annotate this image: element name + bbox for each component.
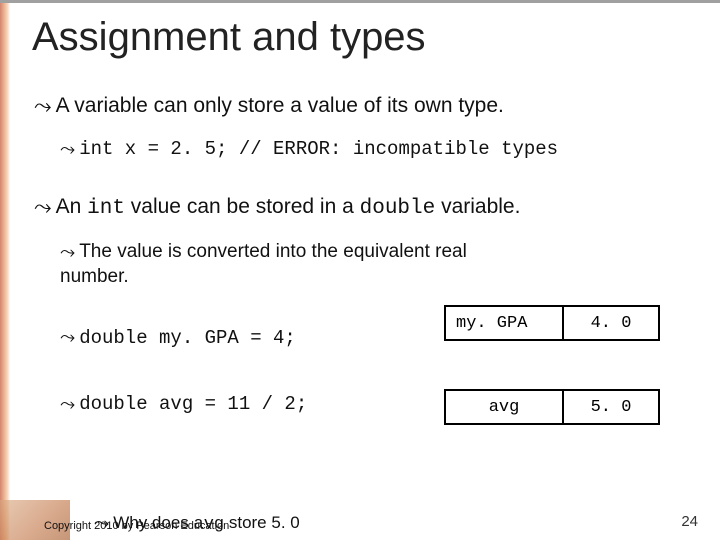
cutoff-bullet: ⤳Why does avg store 5. 0 [94, 513, 300, 534]
slide-number: 24 [681, 513, 698, 530]
bullet-c1-code: double my. GPA = 4; [79, 327, 296, 349]
bullet-b1-code1: int [87, 197, 125, 220]
cutoff-code: avg [194, 515, 225, 534]
bullet-icon: ⤳ [60, 243, 75, 262]
bullet-b1-mid: value can be stored in a [125, 195, 360, 218]
bullet-a2-code: int x = 2. 5; // ERROR: incompatible typ… [79, 138, 558, 160]
bullet-b2: ⤳The value is converted into the equival… [60, 240, 470, 289]
bullet-icon: ⤳ [60, 140, 75, 159]
bullet-b1: ⤳An int value can be stored in a double … [34, 194, 694, 222]
slide-title: Assignment and types [32, 15, 426, 60]
bullet-icon: ⤳ [60, 395, 75, 414]
box-avg-value: 5. 0 [562, 391, 658, 423]
cutoff-post: store 5. 0 [224, 513, 300, 532]
box-avg-label: avg [446, 391, 562, 423]
bullet-icon: ⤳ [60, 328, 75, 347]
bullet-b1-post: variable. [435, 195, 520, 218]
slide: Assignment and types ⤳A variable can onl… [0, 0, 720, 540]
bullet-a1-text: A variable can only store a value of its… [56, 94, 504, 117]
bullet-a1: ⤳A variable can only store a value of it… [34, 93, 694, 119]
bullet-icon: ⤳ [34, 196, 52, 218]
box-avg: avg 5. 0 [444, 389, 660, 425]
bullet-b1-code2: double [360, 197, 436, 220]
box-gpa-label: my. GPA [446, 307, 562, 339]
bullet-c2-code: double avg = 11 / 2; [79, 393, 307, 415]
box-gpa: my. GPA 4. 0 [444, 305, 660, 341]
bullet-b2-text: The value is converted into the equivale… [60, 241, 467, 287]
cutoff-pre: Why does [113, 513, 193, 532]
bullet-a2: ⤳int x = 2. 5; // ERROR: incompatible ty… [60, 137, 694, 162]
bullet-icon: ⤳ [34, 95, 52, 117]
accent-left [0, 3, 10, 540]
slide-body: ⤳A variable can only store a value of it… [34, 93, 694, 431]
box-gpa-value: 4. 0 [562, 307, 658, 339]
bullet-icon: ⤳ [94, 514, 109, 533]
bullet-b1-pre: An [56, 195, 88, 218]
